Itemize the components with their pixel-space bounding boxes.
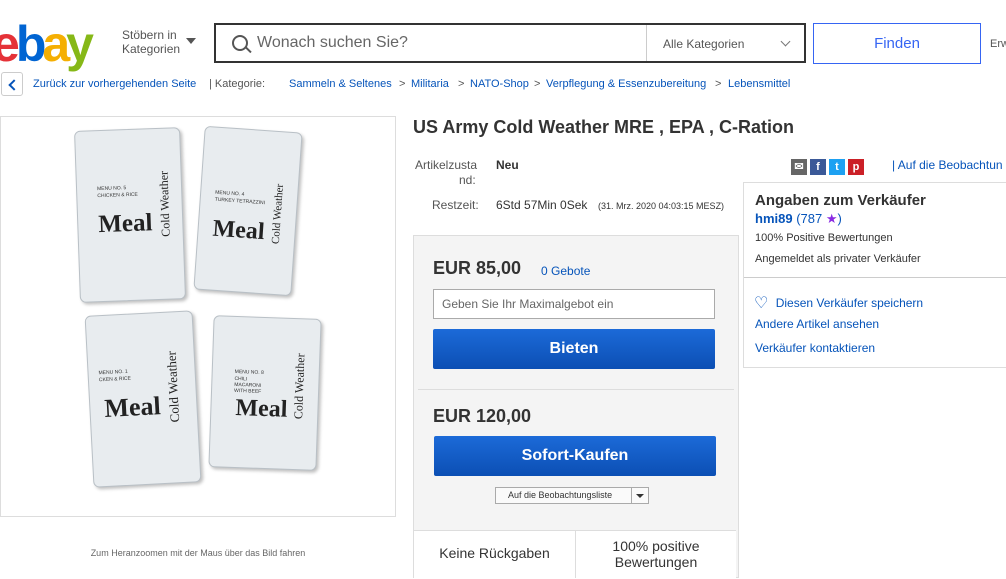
breadcrumb-item[interactable]: Lebensmittel bbox=[728, 78, 790, 90]
watchlist-button[interactable]: Auf die Beobachtungsliste bbox=[495, 487, 649, 504]
bids-count-link[interactable]: 0 Gebote bbox=[541, 264, 590, 278]
condition-label: Artikelzusta bbox=[415, 158, 478, 172]
mre-pack: MENU NO. 8 CHILI MACARONI WITH BEEF Meal… bbox=[208, 315, 322, 471]
category-label: | Kategorie: bbox=[209, 78, 266, 90]
email-icon[interactable]: ✉ bbox=[791, 158, 807, 175]
seller-info: hmi89 (787 ★) bbox=[755, 211, 842, 227]
caret-down-icon bbox=[186, 38, 196, 44]
mre-pack: MENU NO. 5 CHICKEN & RICE Meal Cold Weat… bbox=[74, 127, 186, 303]
breadcrumb-separator: > bbox=[715, 78, 722, 90]
watch-link[interactable]: | Auf die Beobachtun bbox=[892, 158, 1003, 172]
mre-pack: MENU NO. 1 CKEN & RICE Meal Cold Weather bbox=[84, 310, 202, 488]
dropdown-arrow-icon[interactable] bbox=[631, 488, 648, 503]
share-icons: ✉ f t p bbox=[791, 158, 867, 176]
returns-info: Keine Rückgaben bbox=[439, 545, 550, 561]
pack-dish: TURKEY TETRAZZINI bbox=[214, 196, 266, 207]
breadcrumb-item[interactable]: Militaria bbox=[411, 78, 449, 90]
search-icon bbox=[232, 35, 248, 51]
watchlist-label: Auf die Beobachtungsliste bbox=[508, 490, 613, 500]
breadcrumb-item[interactable]: Sammeln & Seltenes bbox=[289, 78, 392, 90]
ebay-logo[interactable]: ebay bbox=[0, 14, 94, 74]
pack-meal-text: Meal bbox=[97, 209, 153, 239]
breadcrumb-separator: > bbox=[399, 78, 406, 90]
browse-label-line1: Stöbern in bbox=[122, 28, 177, 42]
browse-label-line2: Kategorien bbox=[122, 42, 181, 56]
category-select-label: Alle Kategorien bbox=[663, 37, 745, 51]
seller-type: Angemeldet als privater Verkäufer bbox=[755, 253, 921, 265]
positive-ratings-line2: Bewertungen bbox=[614, 554, 698, 570]
time-left-value: 6Std 57Min 0Sek bbox=[496, 198, 588, 212]
search-input[interactable]: Wonach suchen Sie? bbox=[257, 34, 408, 52]
divider bbox=[744, 277, 1006, 278]
back-arrow-icon[interactable] bbox=[1, 72, 23, 96]
facebook-icon[interactable]: f bbox=[810, 158, 826, 175]
pack-menu: MENU NO. 8 bbox=[234, 368, 264, 376]
seller-positive: 100% Positive Bewertungen bbox=[755, 232, 893, 244]
zoom-hint: Zum Heranzoomen mit der Maus über das Bi… bbox=[90, 548, 306, 558]
rating-close: ) bbox=[837, 211, 842, 226]
breadcrumb-separator: > bbox=[534, 78, 541, 90]
contact-seller-link[interactable]: Verkäufer kontaktieren bbox=[755, 341, 875, 355]
bid-button[interactable]: Bieten bbox=[433, 329, 715, 369]
condition-label-cont: nd: bbox=[459, 173, 476, 187]
time-left-label: Restzeit: bbox=[432, 198, 479, 212]
advanced-search-link[interactable]: Erw bbox=[990, 38, 1006, 50]
twitter-icon[interactable]: t bbox=[829, 158, 845, 175]
item-title: US Army Cold Weather MRE , EPA , C-Ratio… bbox=[413, 117, 795, 137]
logo-letter-y: y bbox=[66, 16, 94, 72]
breadcrumb-item[interactable]: NATO-Shop bbox=[470, 78, 529, 90]
pack-cw-text: Cold Weather bbox=[269, 183, 286, 245]
buy-now-button[interactable]: Sofort-Kaufen bbox=[434, 436, 716, 476]
product-image[interactable]: MENU NO. 5 CHICKEN & RICE Meal Cold Weat… bbox=[0, 116, 396, 517]
logo-letter-a: a bbox=[42, 16, 70, 72]
pack-cw-text: Cold Weather bbox=[291, 353, 308, 420]
positive-ratings-line1: 100% positive bbox=[612, 538, 700, 554]
end-date: (31. Mrz. 2020 04:03:15 MESZ) bbox=[598, 201, 725, 211]
divider bbox=[418, 389, 734, 390]
pack-dish: CKEN & RICE bbox=[98, 375, 132, 384]
buy-now-price: EUR 120,00 bbox=[433, 406, 532, 426]
heart-icon: ♡ bbox=[754, 295, 769, 312]
mre-pack: MENU NO. 4 TURKEY TETRAZZINI Meal Cold W… bbox=[193, 125, 303, 297]
pack-meal-text: Meal bbox=[211, 215, 266, 246]
pack-menu: MENU NO. 5 bbox=[96, 185, 127, 193]
pack-dish: CHILI MACARONI WITH BEEF bbox=[233, 375, 262, 395]
current-bid-price: EUR 85,00 bbox=[433, 258, 522, 278]
breadcrumb-separator: > bbox=[458, 78, 465, 90]
pack-cw-text: Cold Weather bbox=[156, 170, 173, 238]
find-button[interactable]: Finden bbox=[813, 23, 981, 64]
max-bid-input[interactable]: Geben Sie Ihr Maximalgebot ein bbox=[433, 289, 715, 319]
seller-feedback-score[interactable]: (787 bbox=[796, 211, 822, 226]
logo-letter-b: b bbox=[15, 16, 46, 72]
pack-dish: CHICKEN & RICE bbox=[97, 191, 138, 200]
condition-value: Neu bbox=[496, 158, 519, 172]
save-seller-label: Diesen Verkäufer speichern bbox=[775, 296, 924, 310]
breadcrumb-item[interactable]: Verpflegung & Essenzubereitung bbox=[546, 78, 706, 90]
pack-meal-text: Meal bbox=[235, 394, 288, 423]
seller-heading: Angaben zum Verkäufer bbox=[755, 192, 926, 209]
other-items-link[interactable]: Andere Artikel ansehen bbox=[755, 317, 879, 331]
logo-letter-e: e bbox=[0, 16, 20, 72]
save-seller-link[interactable]: ♡ Diesen Verkäufer speichern bbox=[754, 293, 923, 313]
back-link[interactable]: Zurück zur vorhergehenden Seite bbox=[33, 78, 196, 90]
pack-cw-text: Cold Weather bbox=[163, 350, 183, 423]
star-icon: ★ bbox=[825, 211, 838, 226]
browse-categories-button[interactable]: Stöbern in Kategorien bbox=[122, 28, 180, 56]
positive-ratings-info: 100% positive Bewertungen bbox=[576, 538, 736, 570]
pinterest-icon[interactable]: p bbox=[848, 158, 864, 175]
pack-meal-text: Meal bbox=[103, 391, 162, 424]
seller-name-link[interactable]: hmi89 bbox=[755, 211, 793, 226]
